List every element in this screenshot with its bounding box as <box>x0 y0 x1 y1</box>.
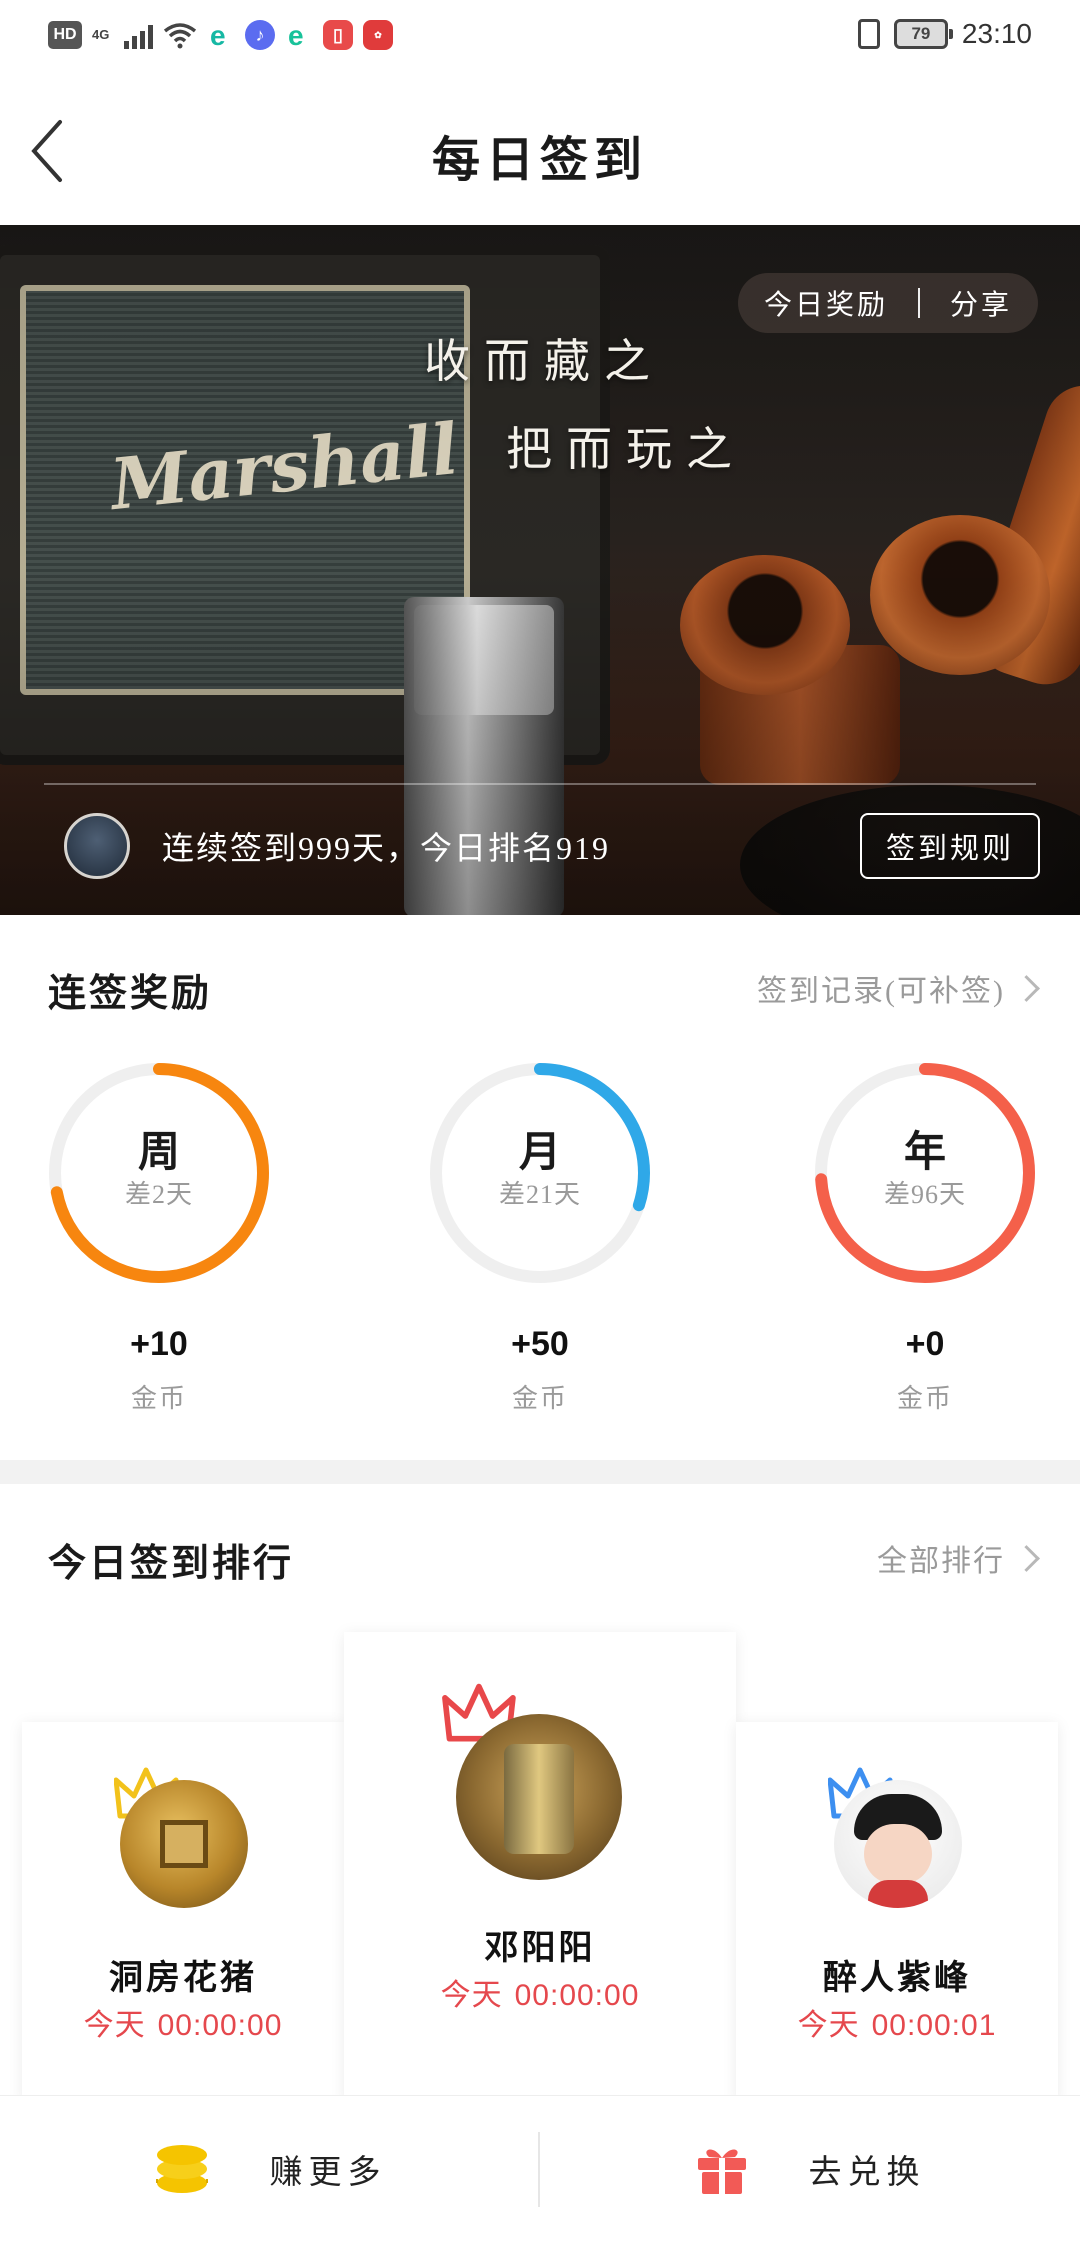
browser-e-icon: e <box>207 21 235 49</box>
sign-rules-button[interactable]: 签到规则 <box>860 813 1040 879</box>
hd-icon: HD <box>48 21 82 49</box>
reward-share-pill: 今日奖励 分享 <box>737 273 1038 333</box>
rank-sign-time: 今天 00:00:00 <box>440 1979 640 2012</box>
sign-record-label: 签到记录(可补签) <box>757 975 1005 1008</box>
gift-icon <box>697 2149 746 2194</box>
wifi-icon <box>163 21 197 49</box>
month-reward-unit: 金币 <box>511 1384 568 1413</box>
month-reward-value: +50 <box>511 1325 569 1363</box>
svg-text:e: e <box>210 21 226 49</box>
today-reward-link[interactable]: 今日奖励 <box>764 283 888 323</box>
hero-divider <box>44 783 1036 785</box>
year-reward-value: +0 <box>905 1325 945 1363</box>
ring-title: 周 <box>137 1130 180 1176</box>
slogan-line-2: 把而玩之 <box>506 424 746 475</box>
status-icons-left: HD 4G e ♪ e ▯ ✿ <box>48 20 393 50</box>
browser-e-icon: e <box>285 21 313 49</box>
sign-record-link[interactable]: 签到记录(可补签) <box>757 966 1040 1010</box>
page-title: 每日签到 <box>431 134 648 187</box>
all-ranking-label: 全部排行 <box>877 1545 1005 1578</box>
vibrate-icon <box>857 19 880 49</box>
year-reward-ring[interactable]: 年 差96天 <box>810 1058 1040 1288</box>
music-icon: ♪ <box>245 20 275 50</box>
week-reward-ring[interactable]: 周 差2天 <box>44 1058 274 1288</box>
rank-user-name: 邓阳阳 <box>484 1930 596 1967</box>
chevron-right-icon <box>1013 1544 1040 1572</box>
go-exchange-button[interactable]: 去兑换 <box>540 2096 1080 2241</box>
status-time: 23:10 <box>961 18 1032 49</box>
ring-days-left: 差2天 <box>124 1180 193 1209</box>
signal-icon <box>124 21 153 49</box>
status-bar: HD 4G e ♪ e ▯ ✿ 79 23:10 <box>0 0 1080 80</box>
ring-title: 年 <box>903 1130 946 1176</box>
rank-user-name: 醉人紫峰 <box>823 1960 971 1997</box>
rank-sign-time: 今天 00:00:00 <box>83 2009 283 2042</box>
streak-rank-text: 连续签到999天，今日排名919 <box>162 830 611 866</box>
status-icons-right: 79 23:10 <box>857 18 1032 50</box>
user-avatar[interactable] <box>64 813 130 879</box>
week-reward-unit: 金币 <box>130 1384 187 1413</box>
ring-days-left: 差21天 <box>498 1180 581 1209</box>
year-reward-unit: 金币 <box>896 1384 953 1413</box>
hero-banner: Marshall 今日奖励 分享 收而藏之 把而玩之 连续签到999天，今日排名… <box>0 225 1080 915</box>
pill-divider <box>917 288 920 318</box>
rank-user-name: 洞房花猪 <box>109 1960 257 1997</box>
earn-more-button[interactable]: 赚更多 <box>0 2096 540 2241</box>
bottom-action-bar: 赚更多 去兑换 <box>0 2095 1080 2241</box>
huawei-store-icon: ✿ <box>363 20 393 50</box>
share-link[interactable]: 分享 <box>950 283 1012 323</box>
rank-card-2[interactable]: 洞房花猪 今天 00:00:00 <box>22 1722 344 2102</box>
rank-avatar <box>456 1714 622 1880</box>
battery-icon: 79 <box>893 19 953 49</box>
streak-rewards-title: 连签奖励 <box>48 973 213 1015</box>
svg-text:e: e <box>288 21 304 49</box>
go-exchange-label: 去兑换 <box>808 2154 926 2191</box>
week-reward-value: +10 <box>130 1325 188 1363</box>
all-ranking-link[interactable]: 全部排行 <box>877 1536 1040 1580</box>
nav-bar: 每日签到 <box>0 80 1080 225</box>
ring-days-left: 差96天 <box>883 1180 966 1209</box>
month-reward-ring[interactable]: 月 差21天 <box>425 1058 655 1288</box>
rank-avatar <box>834 1780 962 1908</box>
chevron-right-icon <box>1013 974 1040 1002</box>
slogan-line-1: 收而藏之 <box>424 336 664 387</box>
ranking-title: 今日签到排行 <box>48 1543 295 1585</box>
rank-sign-time: 今天 00:00:01 <box>797 2009 997 2042</box>
rank-avatar <box>120 1780 248 1908</box>
rank-card-3[interactable]: 醉人紫峰 今天 00:00:01 <box>736 1722 1058 2102</box>
coins-icon <box>155 2144 208 2193</box>
earn-more-label: 赚更多 <box>269 2154 387 2191</box>
reader-icon: ▯ <box>323 20 353 50</box>
network-type: 4G <box>92 27 110 42</box>
section-divider <box>0 1460 1080 1484</box>
rank-card-1[interactable]: 邓阳阳 今天 00:00:00 <box>344 1632 736 2102</box>
ring-title: 月 <box>518 1130 561 1176</box>
